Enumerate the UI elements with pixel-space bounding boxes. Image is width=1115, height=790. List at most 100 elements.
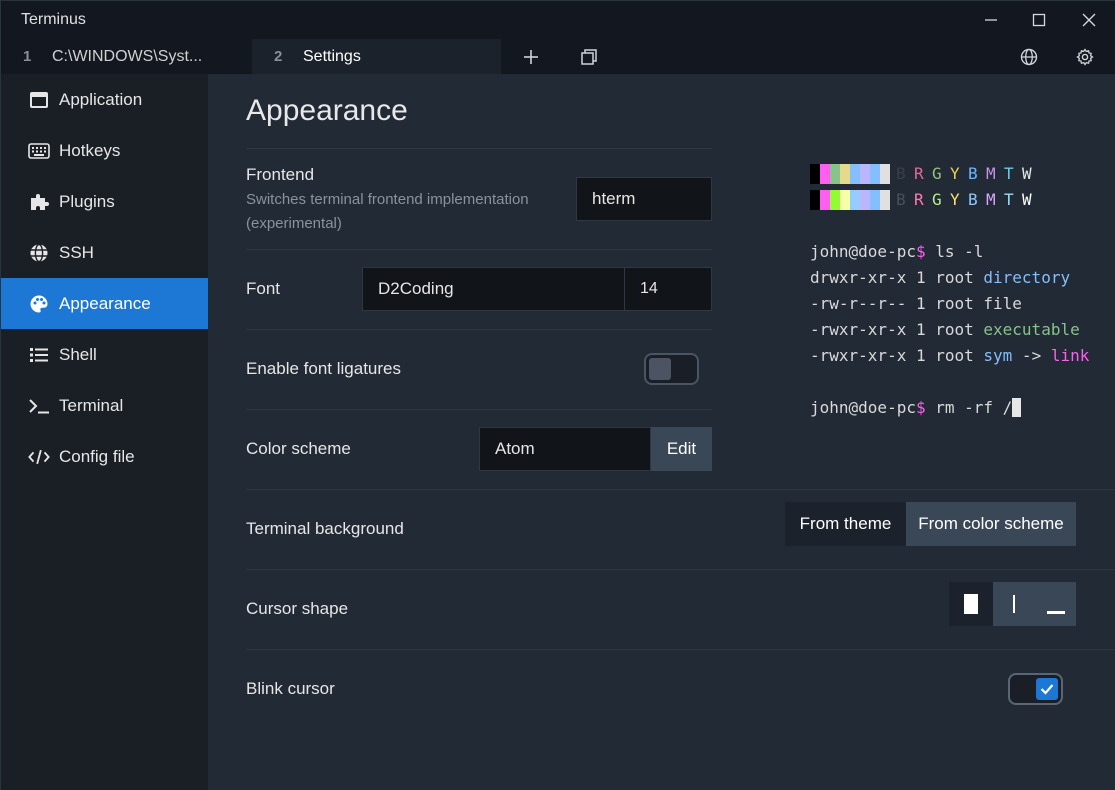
keyboard-icon [28,140,50,162]
gear-icon [1076,47,1094,66]
blink-cursor-label: Blink cursor [246,679,335,698]
close-button[interactable] [1064,1,1114,39]
color-letter: W [1022,164,1032,183]
color-letter: B [896,164,906,183]
symlink-target: link [1050,346,1090,365]
listing-name: sym [983,346,1013,365]
cursor-shape-label: Cursor shape [246,599,349,618]
sidebar-item-terminal[interactable]: Terminal [1,380,208,431]
color-letter: B [968,164,978,183]
sidebar-item-label: Terminal [59,395,124,415]
windows-stack-icon [581,48,597,65]
color-swatch [870,190,880,210]
sidebar-item-label: SSH [59,242,94,262]
sidebar-item-appearance[interactable]: Appearance [1,278,208,329]
new-tab-button[interactable] [511,39,551,74]
maximize-icon [1032,13,1046,27]
from-theme-button[interactable]: From theme [785,502,906,546]
palette-icon [28,293,50,315]
color-letter: B [896,190,906,209]
frontend-select[interactable]: hterm [576,177,712,221]
terminal-line-command: john@doe-pc$ ls -l [810,242,983,261]
toggle-knob [1036,678,1058,700]
sidebar-item-plugins[interactable]: Plugins [1,176,208,227]
font-family-input[interactable]: D2Coding [362,267,625,311]
toggle-knob [649,358,671,380]
color-scheme-select[interactable]: Atom [479,427,651,471]
sidebar-item-config-file[interactable]: Config file [1,431,208,482]
color-letter: T [1004,164,1014,183]
divider [246,489,1114,490]
color-swatch [850,190,860,210]
frontend-label: Frontend [246,165,315,184]
app-title: Terminus [21,11,86,28]
divider [246,329,712,330]
color-letter: G [932,190,942,209]
cursor-underline-button[interactable] [1035,582,1076,626]
tab-label: C:\WINDOWS\Syst... [52,47,203,65]
prompt-user: john@doe-pc [810,398,916,417]
settings-button[interactable] [1065,39,1105,74]
listing-name: executable [983,320,1080,339]
puzzle-icon [28,191,50,213]
color-letter: R [914,164,924,183]
divider [246,649,1114,650]
color-letter: W [1022,190,1032,209]
color-letter: M [986,190,996,209]
color-letter: Y [950,190,960,209]
cursor-block-button[interactable] [949,582,993,626]
prompt-symbol: $ [915,398,926,417]
sidebar-item-application[interactable]: Application [1,74,208,125]
sidebar-item-shell[interactable]: Shell [1,329,208,380]
terminal-line-listing: -rwxr-xr-x 1 root sym -> link [810,346,1089,365]
sidebar-item-label: Plugins [59,191,115,211]
color-swatch [880,190,890,210]
minimize-button[interactable] [966,1,1016,39]
ligatures-toggle[interactable] [644,353,699,385]
prompt-symbol: $ [915,242,926,261]
from-color-scheme-label: From color scheme [918,514,1064,533]
sidebar-item-ssh[interactable]: SSH [1,227,208,278]
color-swatch [840,164,850,184]
maximize-button[interactable] [1014,1,1064,39]
checkmark-icon [1040,684,1054,695]
close-icon [1082,13,1096,27]
command-text: rm -rf / [925,398,1013,417]
color-letters-bright: BRGYBMTW [896,190,1040,209]
color-swatch [810,164,820,184]
color-letter: R [914,190,924,209]
font-size-value: 14 [640,280,658,297]
terminus-window: Terminus 1 C:\WINDOWS\Syst... 2 Settings [0,0,1115,790]
globe-icon [1020,48,1038,65]
terminal-line-listing: -rwxr-xr-x 1 root executable [810,320,1080,339]
listing-name: directory [983,268,1071,287]
ligatures-label: Enable font ligatures [246,359,401,378]
color-swatch [810,190,820,210]
cursor-beam-icon [1013,595,1015,613]
font-size-input[interactable]: 14 [624,267,712,311]
color-letter: G [932,164,942,183]
page-title: Appearance [246,94,408,127]
tab-number: 1 [23,48,32,65]
tab-terminal-1[interactable]: 1 C:\WINDOWS\Syst... [1,39,252,74]
color-scheme-label: Color scheme [246,439,351,458]
blink-cursor-toggle[interactable] [1008,673,1063,705]
title-bar: Terminus [1,1,1115,39]
color-swatch [860,190,870,210]
listing-perms: -rwxr-xr-x 1 root [810,320,984,339]
cursor-beam-button[interactable] [993,582,1035,626]
frontend-description: Switches terminal frontend implementatio… [246,191,529,232]
globe-icon [28,242,50,264]
color-letter: Y [950,164,960,183]
color-letters-normal: BRGYBMTW [896,164,1040,183]
sidebar-item-hotkeys[interactable]: Hotkeys [1,125,208,176]
divider [246,148,712,149]
edit-color-scheme-button[interactable]: Edit [651,427,712,471]
tab-settings[interactable]: 2 Settings [252,39,501,74]
listing-perms: -rw-r--r-- 1 root [810,294,984,313]
ssh-connections-button[interactable] [1009,39,1049,74]
from-color-scheme-button[interactable]: From color scheme [906,502,1076,546]
color-swatch-row-bright [810,190,890,210]
profiles-button[interactable] [569,39,609,74]
cursor-underline-icon [1046,611,1065,614]
